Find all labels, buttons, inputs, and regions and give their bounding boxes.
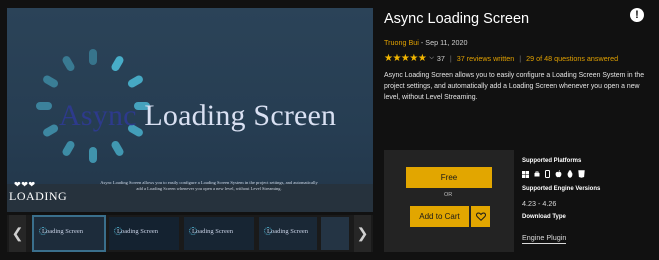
windows-icon xyxy=(522,170,529,178)
chevron-right-icon: ❯ xyxy=(356,225,369,241)
media-caption: Async Loading Screen allows you to easil… xyxy=(100,180,318,191)
chevron-down-icon[interactable]: ⌵ xyxy=(429,55,434,62)
html5-icon xyxy=(578,170,585,178)
download-type-link[interactable]: Engine Plugin xyxy=(522,233,567,244)
spinner-dot xyxy=(62,56,75,72)
engine-heading: Supported Engine Versions xyxy=(522,186,601,192)
thumbnail-1[interactable]: Loading Screen xyxy=(32,215,106,252)
engine-versions: 4.23 - 4.26 xyxy=(522,199,557,208)
spinner-dot xyxy=(36,102,52,110)
questions-link[interactable]: 29 of 48 questions answered xyxy=(526,54,618,63)
author-link[interactable]: Truong Bui xyxy=(384,38,419,47)
rating-stars-icon[interactable]: ★★★★★ xyxy=(384,53,427,64)
thumbnail-5[interactable] xyxy=(321,217,349,250)
reviews-link[interactable]: 37 reviews written xyxy=(457,54,515,63)
thumbnail-label: Loading Screen xyxy=(192,228,233,235)
divider: | xyxy=(449,53,452,63)
purchase-panel xyxy=(384,150,514,252)
add-to-cart-button[interactable]: Add to Cart xyxy=(410,206,469,227)
thumbnail-4[interactable]: Loading Screen xyxy=(259,217,317,250)
release-date: Sep 11, 2020 xyxy=(425,38,468,47)
spinner-dot xyxy=(43,124,59,137)
hearts-icon: ❤❤❤ xyxy=(14,180,36,189)
loading-logo: LOADING xyxy=(9,189,68,203)
platforms-heading: Supported Platforms xyxy=(522,158,582,164)
divider: | xyxy=(519,53,522,63)
page-title: Async Loading Screen xyxy=(384,11,530,27)
thumbnail-label: Loading Screen xyxy=(267,228,308,235)
spinner-dot xyxy=(89,147,97,163)
linux-icon xyxy=(567,170,573,178)
platform-icons xyxy=(522,170,585,178)
spinner-dot xyxy=(127,75,143,88)
thumbnail-3[interactable]: Loading Screen xyxy=(184,217,254,250)
mobile-icon xyxy=(545,170,550,178)
free-button[interactable]: Free xyxy=(406,167,492,188)
product-description: Async Loading Screen allows you to easil… xyxy=(384,72,645,102)
author-date: Truong Bui - Sep 11, 2020 xyxy=(384,38,468,47)
rating-row: ★★★★★ ⌵ 37 | 37 reviews written | 29 of … xyxy=(384,52,618,64)
media-title-async: Async xyxy=(59,99,137,132)
download-type-heading: Download Type xyxy=(522,214,566,220)
report-icon[interactable]: ! xyxy=(630,8,644,22)
media-title: Async Loading Screen xyxy=(59,99,336,133)
wishlist-button[interactable] xyxy=(471,206,490,227)
or-label: OR xyxy=(444,192,453,198)
media-title-rest: Loading Screen xyxy=(136,99,337,132)
rating-count: 37 xyxy=(436,53,445,63)
spinner-dot xyxy=(62,140,75,156)
thumbnail-label: Loading Screen xyxy=(42,228,83,235)
thumbnail-2[interactable]: Loading Screen xyxy=(109,217,179,250)
android-icon xyxy=(534,171,540,177)
spinner-dot xyxy=(89,49,97,65)
chevron-left-icon: ❮ xyxy=(11,225,24,241)
apple-icon xyxy=(555,170,562,178)
thumbnail-next-button[interactable]: ❯ xyxy=(354,215,371,252)
spinner-dot xyxy=(111,140,124,156)
spinner-dot xyxy=(111,56,124,72)
spinner-dot xyxy=(43,75,59,88)
thumbnail-prev-button[interactable]: ❮ xyxy=(9,215,26,252)
thumbnail-label: Loading Screen xyxy=(117,228,158,235)
heart-icon xyxy=(475,212,486,221)
